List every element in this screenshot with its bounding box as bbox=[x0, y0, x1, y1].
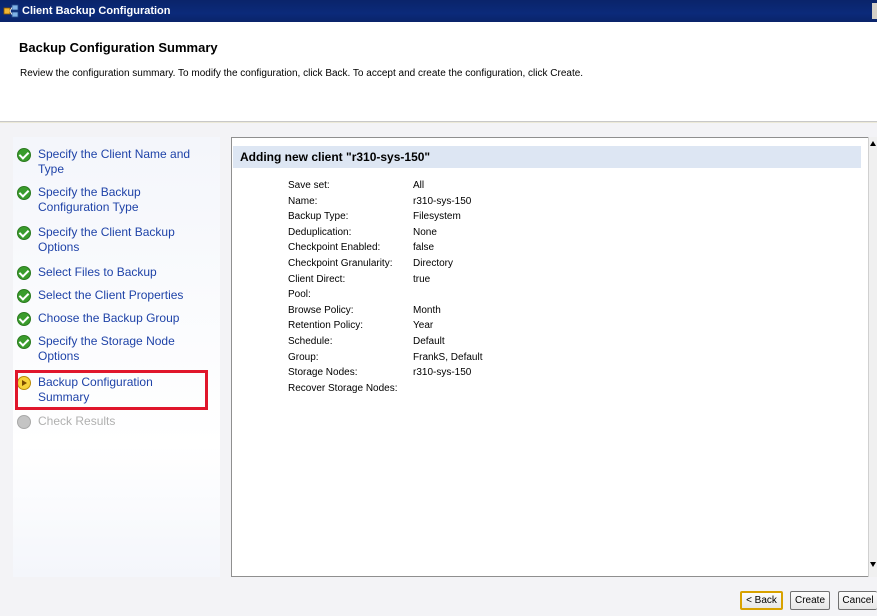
current-step-highlight bbox=[15, 370, 208, 410]
summary-heading: Adding new client "r310-sys-150" bbox=[233, 146, 861, 168]
check-icon bbox=[17, 266, 31, 280]
step-specify-client-name[interactable]: Specify the Client Name and Type bbox=[17, 147, 212, 177]
step-label: Choose the Backup Group bbox=[38, 311, 180, 325]
summary-key: Name: bbox=[288, 195, 318, 207]
summary-value: r310-sys-150 bbox=[413, 195, 472, 207]
summary-value: r310-sys-150 bbox=[413, 367, 472, 379]
wizard-header: Backup Configuration Summary Review the … bbox=[0, 22, 877, 122]
step-check-results: Check Results bbox=[17, 414, 212, 429]
summary-value: true bbox=[413, 273, 431, 285]
pending-icon bbox=[17, 415, 31, 429]
step-label: Select the Client Properties bbox=[38, 288, 184, 302]
summary-key: Retention Policy: bbox=[288, 320, 364, 332]
summary-key: Deduplication: bbox=[288, 226, 352, 238]
step-specify-backup-config-type[interactable]: Specify the Backup Configuration Type bbox=[17, 185, 212, 215]
step-label: Check Results bbox=[38, 414, 116, 428]
summary-value: Year bbox=[413, 320, 434, 332]
scroll-up-arrow-icon[interactable] bbox=[870, 141, 876, 146]
summary-key: Browse Policy: bbox=[288, 304, 354, 316]
check-icon bbox=[17, 148, 31, 162]
window-control-stub[interactable] bbox=[872, 3, 877, 19]
step-label: Specify the Storage Node Options bbox=[38, 334, 175, 363]
summary-key: Client Direct: bbox=[288, 273, 346, 285]
back-button[interactable]: < Back bbox=[740, 591, 783, 610]
summary-value: FrankS, Default bbox=[413, 351, 483, 363]
scroll-down-arrow-icon[interactable] bbox=[870, 562, 876, 567]
step-specify-storage-node[interactable]: Specify the Storage Node Options bbox=[17, 334, 212, 364]
summary-value: None bbox=[413, 226, 437, 238]
summary-panel: Adding new client "r310-sys-150" Save se… bbox=[231, 137, 869, 577]
check-icon bbox=[17, 289, 31, 303]
title-bar: Client Backup Configuration bbox=[0, 0, 877, 22]
check-icon bbox=[17, 335, 31, 349]
page-description: Review the configuration summary. To mod… bbox=[20, 68, 584, 79]
summary-key: Group: bbox=[288, 351, 319, 363]
step-label: Select Files to Backup bbox=[38, 265, 157, 279]
check-icon bbox=[17, 226, 31, 240]
create-button[interactable]: Create bbox=[790, 591, 830, 610]
summary-key: Recover Storage Nodes: bbox=[288, 382, 398, 394]
step-label: Specify the Client Name and Type bbox=[38, 147, 191, 176]
wizard-steps-sidebar: Specify the Client Name and Type Specify … bbox=[13, 137, 220, 577]
summary-key: Backup Type: bbox=[288, 211, 349, 223]
summary-key: Checkpoint Enabled: bbox=[288, 242, 381, 254]
summary-scrollbar[interactable] bbox=[868, 137, 877, 577]
step-select-client-properties[interactable]: Select the Client Properties bbox=[17, 288, 212, 303]
step-select-files[interactable]: Select Files to Backup bbox=[17, 265, 212, 280]
check-icon bbox=[17, 312, 31, 326]
step-label: Specify the Client Backup Options bbox=[38, 225, 175, 254]
summary-key: Storage Nodes: bbox=[288, 367, 358, 379]
summary-key: Pool: bbox=[288, 289, 311, 301]
check-icon bbox=[17, 186, 31, 200]
summary-value: Month bbox=[413, 304, 441, 316]
summary-key: Save set: bbox=[288, 180, 330, 191]
app-icon bbox=[3, 3, 19, 19]
summary-key: Schedule: bbox=[288, 336, 333, 347]
page-title: Backup Configuration Summary bbox=[19, 40, 218, 55]
step-label: Specify the Backup Configuration Type bbox=[38, 185, 141, 214]
step-choose-backup-group[interactable]: Choose the Backup Group bbox=[17, 311, 212, 326]
summary-key: Checkpoint Granularity: bbox=[288, 258, 393, 269]
summary-value: Directory bbox=[413, 258, 454, 269]
step-specify-client-backup-options[interactable]: Specify the Client Backup Options bbox=[17, 225, 212, 255]
summary-value: Default bbox=[413, 336, 445, 347]
cancel-button[interactable]: Cancel bbox=[838, 591, 877, 610]
summary-value: All bbox=[413, 180, 425, 191]
summary-value: Filesystem bbox=[413, 211, 461, 223]
summary-value: false bbox=[413, 242, 435, 254]
window-title: Client Backup Configuration bbox=[22, 5, 171, 17]
